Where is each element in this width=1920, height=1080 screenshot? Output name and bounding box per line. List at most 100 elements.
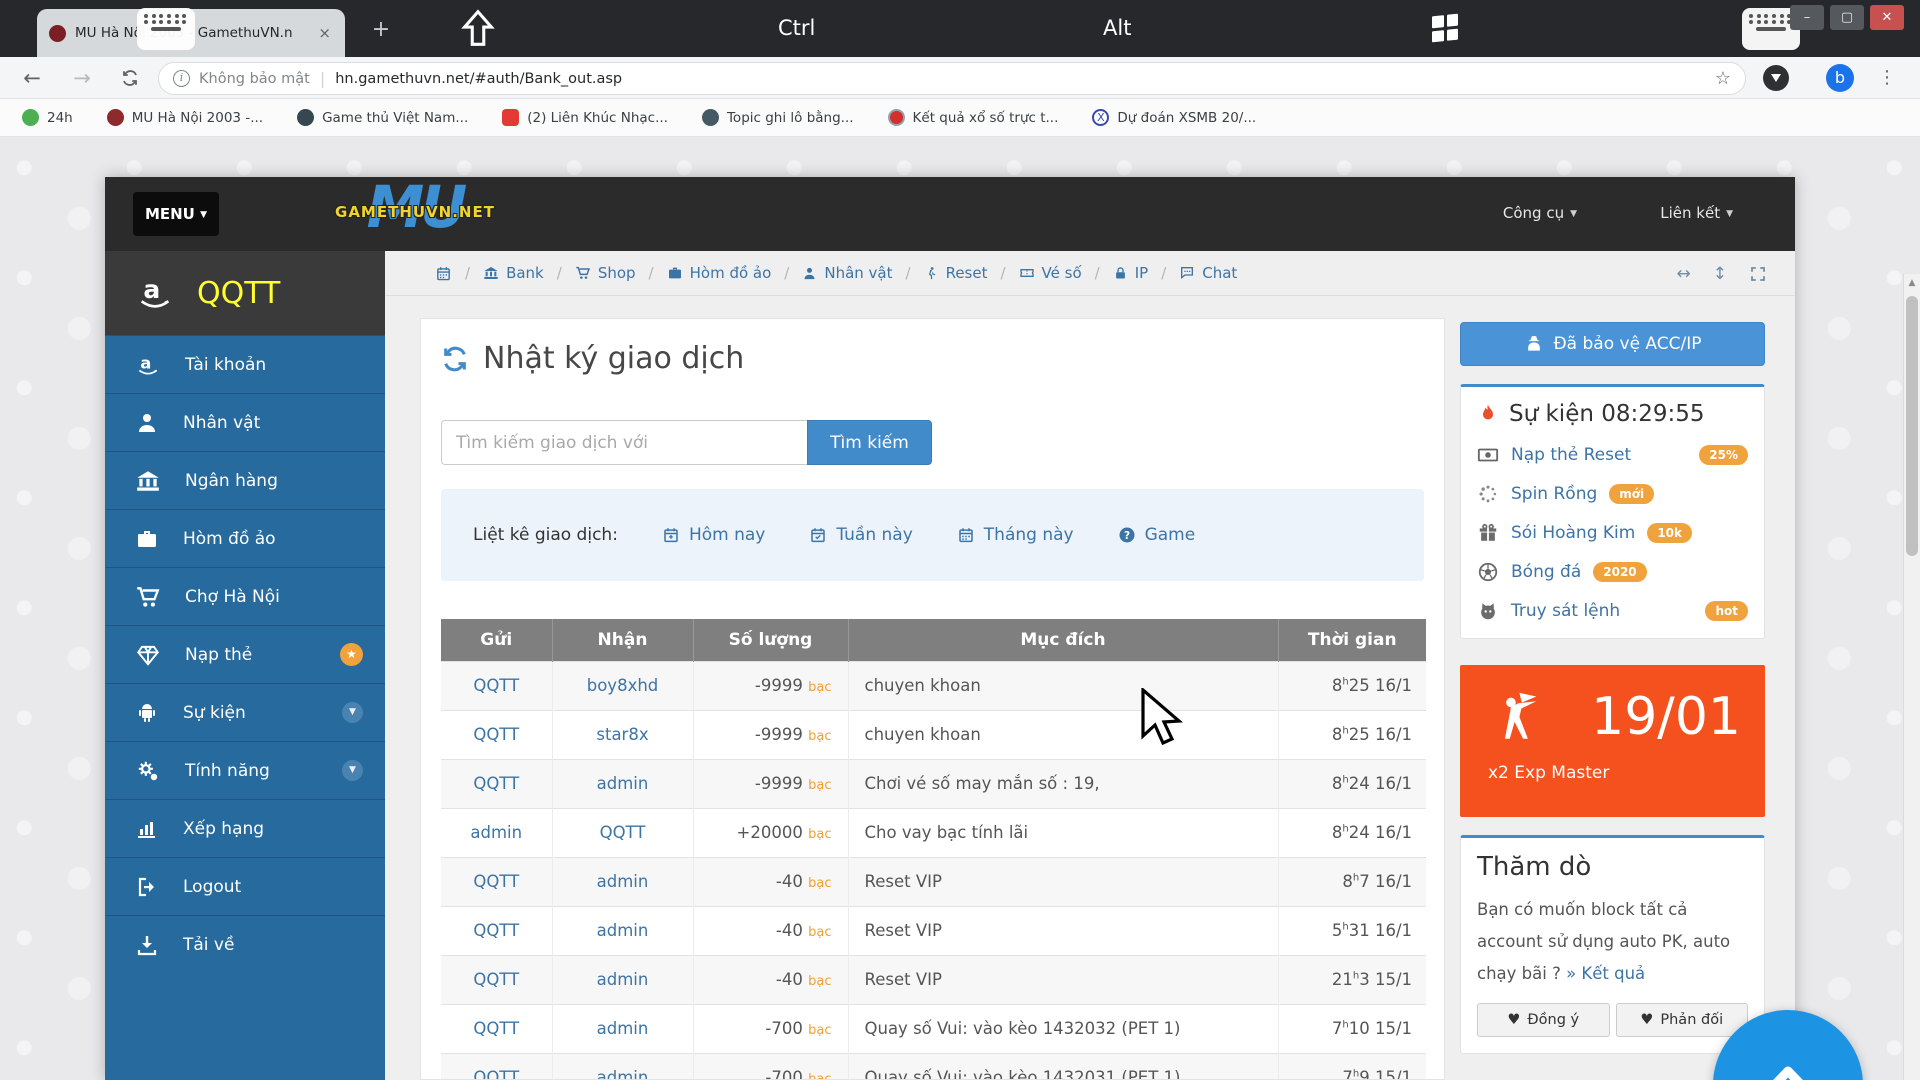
site-logo[interactable]: MU GAMETHUVN.NET bbox=[305, 177, 525, 251]
filter-game[interactable]: ?Game bbox=[1118, 525, 1196, 545]
menu-button[interactable]: MENU ▼ bbox=[133, 192, 219, 236]
scrollbar-thumb[interactable] bbox=[1906, 296, 1918, 556]
event-link[interactable]: Nạp thẻ Reset bbox=[1511, 445, 1631, 465]
tab-close-icon[interactable]: × bbox=[316, 24, 333, 42]
amount-value: -9999 bbox=[755, 774, 803, 793]
event-link[interactable]: Truy sát lệnh bbox=[1511, 601, 1620, 621]
sidebar-item-vault[interactable]: Hòm đồ ảo bbox=[105, 509, 385, 567]
sender-link[interactable]: QQTT bbox=[473, 872, 519, 891]
alt-key-overlay: Alt bbox=[1103, 16, 1131, 40]
breadcrumb-reset[interactable]: Reset bbox=[924, 264, 988, 282]
links-dropdown[interactable]: Liên kết▼ bbox=[1660, 204, 1733, 222]
poll-oppose-button[interactable]: ♥Phản đối bbox=[1616, 1003, 1749, 1037]
page-info-icon[interactable]: i bbox=[173, 70, 190, 87]
breadcrumb-lottery[interactable]: Vé số bbox=[1019, 264, 1082, 282]
event-link[interactable]: Spin Rồng bbox=[1511, 484, 1597, 504]
breadcrumb-ip[interactable]: IP bbox=[1113, 264, 1148, 282]
bookmark-favicon bbox=[702, 109, 719, 126]
sidebar-item-bank[interactable]: Ngân hàng bbox=[105, 451, 385, 509]
filter-week[interactable]: Tuần này bbox=[809, 525, 912, 545]
receiver-link[interactable]: admin bbox=[597, 970, 649, 989]
breadcrumb-vault[interactable]: Hòm đồ ảo bbox=[667, 264, 772, 282]
refresh-button[interactable] bbox=[114, 62, 146, 94]
event-link[interactable]: Bóng đá bbox=[1511, 562, 1581, 582]
window-maximize-button[interactable]: ▢ bbox=[1830, 5, 1864, 30]
filter-today[interactable]: Hôm nay bbox=[662, 525, 765, 545]
breadcrumb-character[interactable]: Nhân vật bbox=[802, 264, 892, 282]
bookmark-star-icon[interactable]: ☆ bbox=[1715, 68, 1731, 89]
sender-link[interactable]: QQTT bbox=[473, 1068, 519, 1080]
sender-link[interactable]: QQTT bbox=[473, 725, 519, 744]
bank-icon bbox=[135, 468, 161, 494]
poll-agree-button[interactable]: ♥Đồng ý bbox=[1477, 1003, 1610, 1037]
search-button[interactable]: Tìm kiếm bbox=[807, 420, 932, 465]
bookmark-item[interactable]: (2) Liên Khúc Nhạc... bbox=[502, 109, 668, 126]
new-tab-button[interactable]: + bbox=[366, 16, 396, 46]
poll-results-link[interactable]: » Kết quả bbox=[1566, 964, 1645, 983]
expand-horizontal-icon[interactable]: ↔ bbox=[1677, 264, 1691, 284]
transaction-row: QQTTadmin-9999 bạcChơi vé số may mắn số … bbox=[441, 759, 1426, 808]
currency-unit: bạc bbox=[808, 876, 831, 891]
event-link[interactable]: Sói Hoàng Kim bbox=[1511, 523, 1635, 543]
back-button[interactable]: ← bbox=[16, 62, 48, 94]
purpose-text: Reset VIP bbox=[865, 872, 942, 891]
receiver-link[interactable]: admin bbox=[597, 872, 649, 891]
sidebar-item-account[interactable]: a Tài khoản bbox=[105, 335, 385, 393]
receiver-link[interactable]: admin bbox=[597, 1068, 649, 1080]
receiver-link[interactable]: admin bbox=[597, 921, 649, 940]
sidebar-item-recharge[interactable]: Nạp thẻ ★ bbox=[105, 625, 385, 683]
calendar-icon bbox=[435, 265, 452, 282]
sender-link[interactable]: QQTT bbox=[473, 1019, 519, 1038]
fullscreen-icon[interactable] bbox=[1749, 265, 1767, 283]
bookmark-item[interactable]: Game thủ Việt Nam... bbox=[297, 109, 468, 126]
refresh-icon[interactable] bbox=[441, 345, 469, 373]
bookmark-item[interactable]: Kết quả xổ số trực t... bbox=[888, 109, 1059, 126]
bookmark-item[interactable]: XDự đoán XSMB 20/... bbox=[1092, 109, 1256, 126]
sidebar-item-character[interactable]: Nhân vật bbox=[105, 393, 385, 451]
expand-vertical-icon[interactable]: ↕ bbox=[1713, 264, 1727, 284]
receiver-link[interactable]: boy8xhd bbox=[587, 676, 659, 695]
window-close-button[interactable]: ✕ bbox=[1870, 5, 1904, 30]
amazon-icon: a bbox=[135, 352, 161, 378]
browser-menu-icon[interactable]: ⋮ bbox=[1878, 63, 1896, 93]
sidebar-item-download[interactable]: Tải về bbox=[105, 915, 385, 973]
event-badge: 25% bbox=[1699, 445, 1748, 465]
bookmark-item[interactable]: 24h bbox=[22, 109, 73, 126]
sidebar-item-events[interactable]: Sự kiện ▼ bbox=[105, 683, 385, 741]
window-minimize-button[interactable]: – bbox=[1790, 5, 1824, 30]
search-input[interactable] bbox=[441, 420, 807, 465]
event-banner[interactable]: 19/01 x2 Exp Master bbox=[1460, 665, 1765, 817]
url-bar[interactable]: i Không bảo mật | hn.gamethuvn.net/#auth… bbox=[158, 62, 1746, 95]
currency-unit: bạc bbox=[808, 778, 831, 793]
forward-button[interactable]: → bbox=[66, 62, 98, 94]
breadcrumb-bank[interactable]: Bank bbox=[483, 264, 544, 282]
sender-link[interactable]: admin bbox=[470, 823, 522, 842]
sender-link[interactable]: QQTT bbox=[473, 774, 519, 793]
breadcrumb-chat[interactable]: Chat bbox=[1179, 264, 1237, 282]
bookmark-item[interactable]: Topic ghi lô bằng... bbox=[702, 109, 854, 126]
sidebar-item-logout[interactable]: Logout bbox=[105, 857, 385, 915]
tools-dropdown[interactable]: Công cụ▼ bbox=[1503, 204, 1577, 222]
breadcrumb-home[interactable] bbox=[435, 265, 452, 282]
filter-month[interactable]: Tháng này bbox=[957, 525, 1074, 545]
sender-link[interactable]: QQTT bbox=[473, 921, 519, 940]
sender-link[interactable]: QQTT bbox=[473, 676, 519, 695]
money-icon bbox=[1477, 444, 1499, 466]
breadcrumb-shop[interactable]: Shop bbox=[575, 264, 636, 282]
sidebar-item-features[interactable]: Tính năng ▼ bbox=[105, 741, 385, 799]
bank-icon bbox=[483, 265, 499, 281]
sidebar-item-market[interactable]: Chợ Hà Nội bbox=[105, 567, 385, 625]
page-scrollbar[interactable]: ▲ bbox=[1903, 274, 1920, 1080]
receiver-link[interactable]: admin bbox=[597, 774, 649, 793]
gift-icon bbox=[1477, 522, 1499, 544]
protect-acc-ip-button[interactable]: Đã bảo vệ ACC/IP bbox=[1460, 322, 1765, 366]
profile-avatar[interactable]: b bbox=[1826, 64, 1854, 92]
receiver-link[interactable]: QQTT bbox=[600, 823, 646, 842]
scrollbar-up-arrow[interactable]: ▲ bbox=[1904, 278, 1920, 288]
sidebar-item-ranking[interactable]: Xếp hạng bbox=[105, 799, 385, 857]
receiver-link[interactable]: admin bbox=[597, 1019, 649, 1038]
sender-link[interactable]: QQTT bbox=[473, 970, 519, 989]
bookmark-item[interactable]: MU Hà Nội 2003 -... bbox=[107, 109, 263, 126]
receiver-link[interactable]: star8x bbox=[596, 725, 648, 744]
extension-icon[interactable] bbox=[1763, 65, 1789, 91]
